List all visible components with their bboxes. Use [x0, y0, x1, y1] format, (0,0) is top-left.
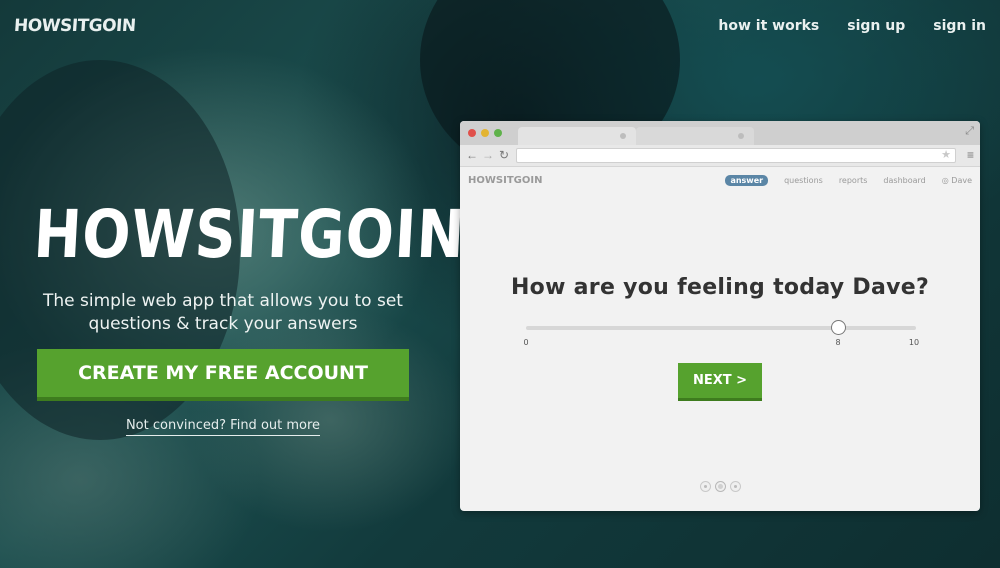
menu-icon: ≡	[966, 148, 974, 162]
browser-mockup: ⤢ ← → ↻ ★ ≡ HOWSITGOIN answer questions …	[460, 121, 980, 511]
tab-close-icon	[738, 133, 744, 139]
slider-max-label: 10	[908, 338, 920, 347]
hero-subtitle: The simple web app that allows you to se…	[43, 291, 403, 334]
browser-tab	[518, 127, 636, 145]
expand-icon: ⤢	[965, 125, 974, 137]
maximize-dot-icon	[494, 129, 502, 137]
site-logo[interactable]: HOWSITGOIN	[13, 16, 136, 36]
user-icon: ◎	[941, 176, 949, 185]
mockup-nav-reports: reports	[838, 176, 868, 185]
mockup-slider	[526, 320, 916, 335]
mockup-user: ◎ Dave	[942, 176, 972, 185]
mockup-app-nav: HOWSITGOIN answer questions reports dash…	[460, 167, 980, 195]
address-bar: ★	[516, 148, 956, 163]
find-out-more-link[interactable]: Not convinced? Find out more	[125, 418, 321, 436]
pager-dot	[714, 481, 726, 492]
top-nav: how it works sign up sign in	[718, 18, 986, 34]
mockup-nav-questions: questions	[784, 176, 823, 185]
nav-how-it-works[interactable]: how it works	[718, 18, 819, 34]
mockup-nav-dashboard: dashboard	[883, 176, 926, 185]
pager-dot	[699, 481, 711, 492]
nav-sign-up[interactable]: sign up	[847, 18, 905, 34]
mockup-pager	[460, 481, 980, 492]
slider-handle	[831, 320, 846, 335]
reload-icon: ↻	[499, 148, 510, 162]
hero-title: HOWSITGOIN	[31, 196, 468, 273]
bookmark-star-icon: ★	[941, 149, 951, 161]
browser-tab	[636, 127, 754, 145]
mockup-nav-answer: answer	[725, 175, 769, 186]
mockup-logo: HOWSITGOIN	[468, 175, 543, 186]
browser-toolbar: ← → ↻ ★ ≡	[460, 145, 980, 167]
nav-sign-in[interactable]: sign in	[933, 18, 986, 34]
mockup-nav-links: answer questions reports dashboard ◎ Dav…	[725, 175, 972, 186]
tab-close-icon	[620, 133, 626, 139]
minimize-dot-icon	[481, 129, 489, 137]
close-dot-icon	[468, 129, 476, 137]
back-arrow-icon: ←	[466, 148, 478, 162]
mockup-next-button: NEXT >	[678, 363, 762, 401]
slider-value-label: 8	[835, 338, 841, 347]
mockup-user-name: Dave	[951, 176, 972, 185]
mockup-question: How are you feeling today Dave?	[510, 275, 930, 300]
pager-dot	[729, 481, 741, 492]
create-account-button[interactable]: CREATE MY FREE ACCOUNT	[37, 349, 409, 401]
forward-arrow-icon: →	[482, 148, 494, 162]
slider-min-label: 0	[523, 338, 529, 347]
browser-titlebar: ⤢	[460, 121, 980, 145]
find-out-more-wrapper: Not convinced? Find out more	[37, 416, 409, 436]
